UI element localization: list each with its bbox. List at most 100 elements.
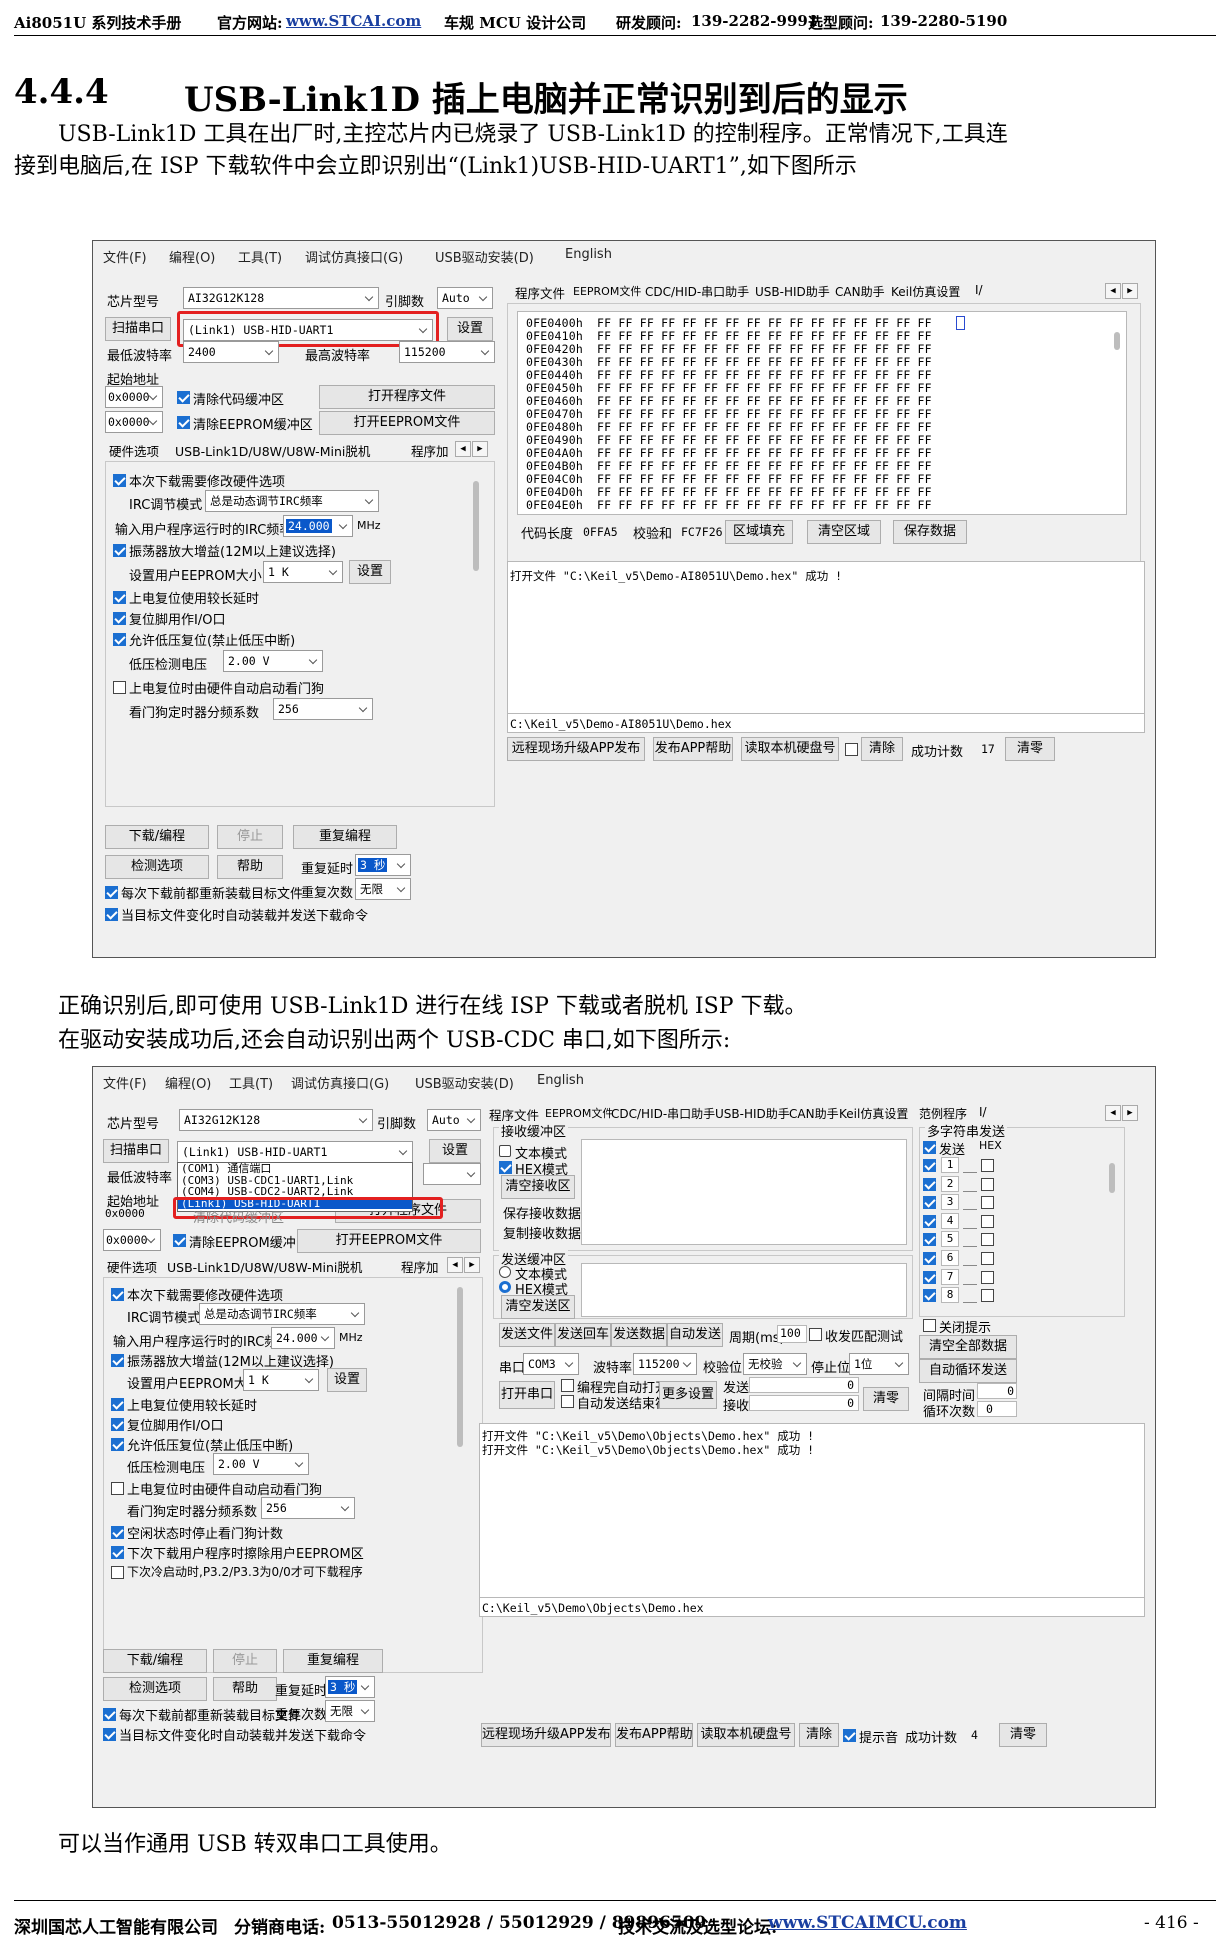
reset-io-checkbox[interactable] <box>111 1418 124 1431</box>
reprogram-button[interactable]: 重复编程 <box>293 825 397 849</box>
period-input[interactable]: 100 <box>777 1325 807 1343</box>
auto-open-checkbox[interactable] <box>561 1379 574 1392</box>
cold-boot-checkbox[interactable] <box>111 1566 124 1579</box>
clear-button[interactable]: 清除 <box>799 1723 839 1747</box>
tab-right-icon[interactable]: ▶ <box>464 1257 480 1273</box>
reload-each-checkbox[interactable] <box>103 1708 116 1721</box>
lvd-volt-select[interactable]: 2.00 V <box>213 1453 309 1475</box>
tab-cdc-helper[interactable]: CDC/HID-串口助手 <box>645 283 749 300</box>
multi-send-field[interactable] <box>963 1250 977 1266</box>
pins-select[interactable]: Auto <box>427 1109 481 1131</box>
multi-send-index[interactable]: 5 <box>941 1231 959 1248</box>
rtab-left-icon[interactable]: ◀ <box>1105 1105 1121 1121</box>
multi-send-field[interactable] <box>963 1194 977 1211</box>
tab-hw-options[interactable]: 硬件选项 <box>109 441 159 460</box>
wdt-auto-checkbox[interactable] <box>111 1482 124 1495</box>
help-button[interactable]: 帮助 <box>213 1677 277 1701</box>
lvd-volt-select[interactable]: 2.00 V <box>223 650 323 672</box>
reset-count-button[interactable]: 清零 <box>999 1723 1047 1747</box>
tab-io[interactable]: I/ <box>979 1105 987 1119</box>
port-select-serial[interactable]: COM3 <box>523 1353 579 1375</box>
multi-hex-checkbox[interactable] <box>981 1214 994 1228</box>
multi-send-checkbox[interactable] <box>923 1289 936 1303</box>
clear-tx-button[interactable]: 清空发送区 <box>501 1295 575 1319</box>
tab-program-add[interactable]: 程序加 <box>411 441 449 460</box>
idle-wdt-checkbox[interactable] <box>111 1526 124 1539</box>
reset-count-button[interactable]: 清零 <box>1005 737 1055 761</box>
multi-send-index[interactable]: 6 <box>941 1250 959 1266</box>
wdt-div-select[interactable]: 256 <box>261 1497 355 1519</box>
auto-send-button[interactable]: 自动发送 <box>667 1323 723 1347</box>
eeprom-addr-input[interactable]: 0x0000 <box>105 411 163 433</box>
multi-send-field[interactable] <box>963 1157 977 1173</box>
tab-io[interactable]: I/ <box>975 283 983 297</box>
clear-eeprom-checkbox[interactable] <box>177 416 190 429</box>
eeprom-set-button[interactable]: 设置 <box>327 1368 367 1392</box>
multi-send-field[interactable] <box>963 1213 977 1229</box>
multi-send-checkbox[interactable] <box>923 1196 936 1210</box>
tab-keil-sim[interactable]: Keil仿真设置 <box>839 1105 908 1122</box>
port-settings-button[interactable]: 设置 <box>447 317 493 341</box>
max-baud-select[interactable] <box>423 1163 481 1185</box>
lvd-reset-checkbox[interactable] <box>111 1438 124 1451</box>
scan-port-button[interactable]: 扫描串口 <box>105 317 171 341</box>
stop-bits-select[interactable]: 1位 <box>849 1353 909 1375</box>
code-addr-input[interactable]: 0x0000 <box>105 386 163 408</box>
parity-select[interactable]: 无校验 <box>743 1353 807 1375</box>
help-button[interactable]: 帮助 <box>217 855 283 879</box>
tab-program-add[interactable]: 程序加 <box>401 1257 439 1276</box>
remote-upgrade-button[interactable]: 远程现场升级APP发布 <box>481 1723 611 1747</box>
interval-input[interactable]: 0 <box>977 1383 1017 1399</box>
tab-keil-sim[interactable]: Keil仿真设置 <box>891 283 960 300</box>
multi-send-index[interactable]: 3 <box>941 1194 959 1211</box>
read-disk-button[interactable]: 读取本机硬盘号 <box>697 1723 795 1747</box>
menu-program[interactable]: 编程(O) <box>169 247 215 266</box>
menu-tools[interactable]: 工具(T) <box>238 247 282 266</box>
menu-usb-driver[interactable]: USB驱动安装(D) <box>415 1073 514 1092</box>
tab-can-helper[interactable]: CAN助手 <box>789 1105 839 1122</box>
read-disk-button[interactable]: 读取本机硬盘号 <box>741 737 839 761</box>
menu-english[interactable]: English <box>537 1073 584 1088</box>
clear-code-checkbox[interactable] <box>177 391 190 404</box>
multi-send-index[interactable]: 7 <box>941 1268 959 1285</box>
chip-select[interactable]: AI32G12K128 <box>183 287 379 309</box>
multi-scrollbar[interactable] <box>1109 1163 1115 1193</box>
tab-offline[interactable]: USB-Link1D/U8W/U8W-Mini脱机 <box>167 1257 362 1276</box>
baud-select[interactable]: 115200 <box>633 1353 697 1375</box>
irc-mode-select[interactable]: 总是动态调节IRC频率 <box>205 490 379 512</box>
rtab-right-icon[interactable]: ▶ <box>1122 283 1138 299</box>
eeprom-set-button[interactable]: 设置 <box>349 560 391 584</box>
tab-eeprom-file[interactable]: EEPROM文件 <box>573 283 641 299</box>
tab-hid-helper[interactable]: USB-HID助手 <box>755 283 830 300</box>
save-rx-button[interactable]: 保存接收数据 <box>503 1203 581 1222</box>
menu-debug[interactable]: 调试仿真接口(G) <box>291 1073 389 1092</box>
wdt-div-select[interactable]: 256 <box>273 698 373 720</box>
auto-reload-checkbox[interactable] <box>105 908 118 921</box>
erase-eeprom-checkbox[interactable] <box>111 1546 124 1559</box>
clear-eeprom-checkbox[interactable] <box>173 1234 186 1247</box>
eeprom-size-select[interactable]: 1 K <box>243 1369 319 1391</box>
rx-hex-mode[interactable] <box>499 1161 512 1174</box>
tab-offline[interactable]: USB-Link1D/U8W/U8W-Mini脱机 <box>175 441 370 460</box>
tab-hw-options[interactable]: 硬件选项 <box>107 1257 157 1276</box>
multi-hex-checkbox[interactable] <box>981 1196 994 1210</box>
tab-eeprom-file[interactable]: EEPROM文件 <box>545 1105 613 1121</box>
hw-scrollbar[interactable] <box>473 481 479 571</box>
scan-port-button[interactable]: 扫描串口 <box>103 1139 169 1163</box>
port-option-com1[interactable]: (COM1) 通信端口 <box>178 1163 412 1175</box>
auto-loop-button[interactable]: 自动循环发送 <box>919 1359 1017 1383</box>
download-button[interactable]: 下载/编程 <box>105 825 209 849</box>
menu-usb-driver[interactable]: USB驱动安装(D) <box>435 247 534 266</box>
opt-modify-checkbox[interactable] <box>113 474 126 487</box>
port-settings-button[interactable]: 设置 <box>429 1139 481 1163</box>
multi-hex-checkbox[interactable] <box>981 1270 994 1284</box>
tx-area[interactable] <box>581 1263 907 1317</box>
reprogram-button[interactable]: 重复编程 <box>283 1649 383 1673</box>
tab-cdc-helper[interactable]: CDC/HID-串口助手 <box>611 1105 715 1122</box>
multi-send-checkbox[interactable] <box>923 1270 936 1284</box>
tab-program-file[interactable]: 程序文件 <box>515 283 565 302</box>
reset-io-checkbox[interactable] <box>113 612 126 625</box>
match-test-checkbox[interactable] <box>809 1328 822 1341</box>
footer-forum-link[interactable]: www.STCAIMCU.com <box>768 1913 967 1933</box>
tab-hid-helper[interactable]: USB-HID助手 <box>715 1105 790 1122</box>
